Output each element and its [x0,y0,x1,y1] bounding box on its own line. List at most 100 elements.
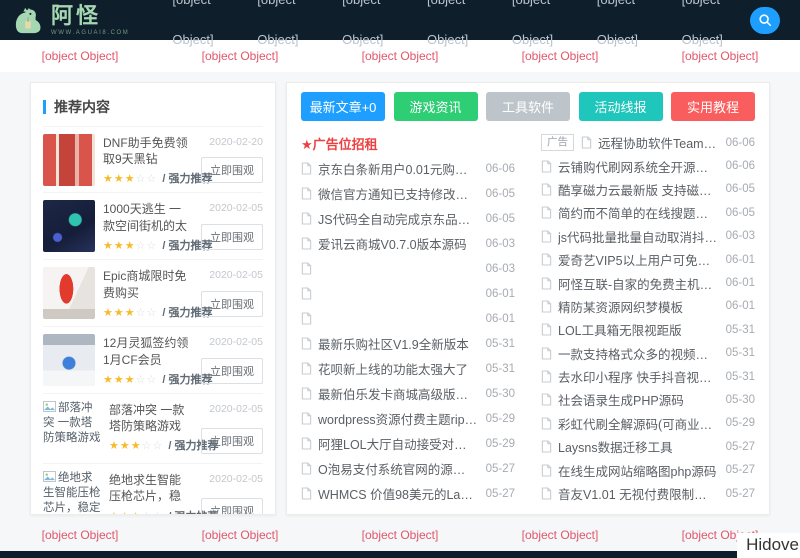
article-title[interactable]: JS代码全自动完成京东品牌狂欢城活动任务 [318,209,478,228]
view-now-button[interactable]: 立即围观 [201,291,263,317]
category-tab[interactable]: 最新文章+0 [301,92,385,121]
stars-empty: ☆☆ [142,511,164,515]
category-tab[interactable]: 活动线报 [579,92,663,121]
article-row[interactable]: 阿怪互联-自家的免费主机第一批正式开启 06-01 [541,271,755,294]
article-row[interactable]: LOL工具箱无限视距版 05-31 [541,318,755,341]
document-icon [541,300,552,313]
article-title[interactable]: 爱讯云商城V0.7.0版本源码 [318,234,478,253]
article-row[interactable]: 最新伯乐发卡商城高级版源码 无后门 05-30 [301,381,515,406]
article-title[interactable]: 最新伯乐发卡商城高级版源码 无后门 [318,384,478,403]
category-tab[interactable]: 实用教程 [671,92,755,121]
article-row[interactable]: WHMCS 价值98美元的Lagom模板开源 05-27 [301,481,515,506]
footer-bar [0,551,800,558]
item-rating: ★★★☆☆ / 强力推荐 [103,237,191,253]
search-button[interactable] [750,7,780,34]
article-row[interactable]: O泡易支付系统官网的源码开源 05-27 [301,456,515,481]
article-row[interactable]: 阿狸LOL大厅自动接受对局工具 05-29 [301,431,515,456]
article-row[interactable]: JS代码全自动完成京东品牌狂欢城活动任务 06-05 [301,206,515,231]
view-now-button[interactable]: 立即围观 [201,498,263,515]
article-row[interactable]: 简约而不简单的在线搜题源码 06-05 [541,201,755,224]
item-info: 12月灵狐签约领1月CF会员 ★★★☆☆ / 强力推荐 [103,334,191,386]
text-ad-link[interactable]: [object Object] [42,528,119,542]
recommended-item[interactable]: 1000天逃生 一款空间街机的太空模拟经营游戏 1000天逃生 一款空间街机的太… [43,192,263,259]
article-row[interactable]: js代码批量批量自动取消抖音关注 06-03 [541,225,755,248]
article-title[interactable]: WHMCS 价值98美元的Lagom模板开源 [318,484,478,503]
site-logo[interactable]: 阿怪 WWW.AGUAI8.COM [14,5,129,36]
article-title[interactable]: 远程协助软件TeamViewer v11 单文件版 [598,133,718,152]
article-row[interactable]: 去水印小程序 快手抖音视频搬运工上热门... 05-31 [541,365,755,388]
article-row[interactable]: 京东白条新用户0.01元购买3个月爱奇艺黄... 06-06 [301,156,515,181]
article-row[interactable]: 最新乐购社区V1.9全新版本 05-31 [301,331,515,356]
article-title[interactable]: 音友V1.01 无视付费限制全网音乐无损免费... [558,484,718,503]
article-title[interactable]: 云铺购代刷网系统全开源可运营程序搭建 [558,157,718,176]
article-title[interactable]: 最新乐购社区V1.9全新版本 [318,334,478,353]
article-row[interactable]: 06-01 [301,306,515,331]
article-row[interactable]: wordpress资源付费主题ripro6.7含美化包... 05-29 [301,406,515,431]
article-title[interactable]: 去水印小程序 快手抖音视频搬运工上热门... [558,367,718,386]
recommended-item[interactable]: Epic商城限时免费购买《SUPERHOT》游戏 Epic商城限时免费购买《SU… [43,259,263,326]
recommended-item[interactable]: 12月灵狐签约领1月CF会员 12月灵狐签约领1月CF会员 ★★★☆☆ / 强力… [43,326,263,392]
article-title[interactable]: 花呗新上线的功能太强大了 [318,359,478,378]
article-title[interactable]: js代码批量批量自动取消抖音关注 [558,227,718,246]
text-ad-link[interactable]: [object Object] [522,49,599,63]
view-now-button[interactable]: 立即围观 [201,157,263,183]
article-title[interactable]: 阿狸LOL大厅自动接受对局工具 [318,434,478,453]
article-row[interactable]: 06-01 [301,281,515,306]
article-title[interactable]: 爱奇艺VIP5以上用户可免费发爱奇艺VIP红包 [558,250,718,269]
document-icon [301,262,312,275]
article-date: 05-31 [486,338,515,350]
category-tab[interactable]: 游戏资讯 [394,92,478,121]
article-row[interactable]: 彩虹代刷全解源码(可商业用途 防黑) 05-29 [541,412,755,435]
recommended-item[interactable]: 部落冲突 一款塔防策略游戏 部落冲突 一款塔防策略游戏 ★★★☆☆ / 强力推荐… [43,393,263,463]
article-row[interactable]: 社会语录生成PHP源码 05-30 [541,388,755,411]
article-row[interactable]: 爱奇艺VIP5以上用户可免费发爱奇艺VIP红包 06-01 [541,248,755,271]
article-title[interactable]: 一款支持格式众多的视频转换器 [558,344,718,363]
text-ad-link[interactable]: [object Object] [202,528,279,542]
text-ad-link[interactable]: [object Object] [202,49,279,63]
article-title[interactable]: 酷享磁力云最新版 支持磁力搜索下载和一... [558,180,718,199]
article-title[interactable]: wordpress资源付费主题ripro6.7含美化包... [318,409,478,428]
article-title[interactable]: O泡易支付系统官网的源码开源 [318,459,478,478]
article-title[interactable]: 社会语录生成PHP源码 [558,390,718,409]
article-date: 06-06 [726,160,755,172]
article-row[interactable]: 06-03 [301,256,515,281]
article-title[interactable]: 阿怪互联-自家的免费主机第一批正式开启 [558,274,718,293]
article-title[interactable]: 京东白条新用户0.01元购买3个月爱奇艺黄... [318,159,478,178]
view-now-button[interactable]: 立即围观 [201,428,263,454]
article-row[interactable]: 爱讯云商城V0.7.0版本源码 06-03 [301,231,515,256]
ad-space-row[interactable]: ★广告位招租 [301,131,515,156]
article-title[interactable]: 微信官方通知已支持修改微信号 [318,184,478,203]
text-ad-link[interactable]: [object Object] [362,528,439,542]
article-row[interactable]: 在线生成网站缩略图php源码 05-27 [541,458,755,481]
article-title[interactable]: 简约而不简单的在线搜题源码 [558,203,718,222]
text-ad-link[interactable]: [object Object] [42,49,119,63]
article-row[interactable]: 云铺购代刷网系统全开源可运营程序搭建 06-06 [541,154,755,177]
article-row[interactable]: Laysns数据迁移工具 05-27 [541,435,755,458]
article-row[interactable]: 精防某资源网织梦模板 06-01 [541,295,755,318]
item-meta: 2020-02-05 立即围观 [199,267,263,320]
ad-space-header[interactable]: ★广告位招租 [301,134,378,153]
text-ad-link[interactable]: [object Object] [522,528,599,542]
article-title[interactable]: 彩虹代刷全解源码(可商业用途 防黑) [558,414,718,433]
view-now-button[interactable]: 立即围观 [201,358,263,384]
article-title[interactable]: 精防某资源网织梦模板 [558,297,718,316]
article-title[interactable]: Laysns数据迁移工具 [558,437,718,456]
article-row[interactable]: 一款支持格式众多的视频转换器 05-31 [541,342,755,365]
article-date: 05-29 [486,413,515,425]
article-title[interactable]: LOL工具箱无限视距版 [558,320,718,339]
view-now-button[interactable]: 立即围观 [201,224,263,250]
item-rating: ★★★☆☆ / 强力推荐 [109,437,191,453]
recommended-item[interactable]: 绝地求生智能压枪芯片，稳定大号使用，永久免费 绝地求生智能压枪芯片，稳定大号使用… [43,463,263,515]
article-row[interactable]: 花呗新上线的功能太强大了 05-31 [301,356,515,381]
article-row[interactable]: 酷享磁力云最新版 支持磁力搜索下载和一... 06-05 [541,178,755,201]
text-ad-link[interactable]: [object Object] [682,49,759,63]
category-tab[interactable]: 工具软件 [486,92,570,121]
text-ad-link[interactable]: [object Object] [362,49,439,63]
article-row[interactable]: 音友V1.01 无视付费限制全网音乐无损免费... 05-27 [541,482,755,505]
article-title[interactable]: 在线生成网站缩略图php源码 [558,461,718,480]
ad-slot: [object Object] [640,47,800,65]
article-row[interactable]: 广告 远程协助软件TeamViewer v11 单文件版 06-06 [541,131,755,154]
content-layout: 推荐内容 DNF助手免费领取9天黑钻 DNF助手免费领取9天黑钻 ★★★☆☆ /… [0,72,800,515]
article-row[interactable]: 微信官方通知已支持修改微信号 06-05 [301,181,515,206]
recommended-item[interactable]: DNF助手免费领取9天黑钻 DNF助手免费领取9天黑钻 ★★★☆☆ / 强力推荐… [43,126,263,192]
